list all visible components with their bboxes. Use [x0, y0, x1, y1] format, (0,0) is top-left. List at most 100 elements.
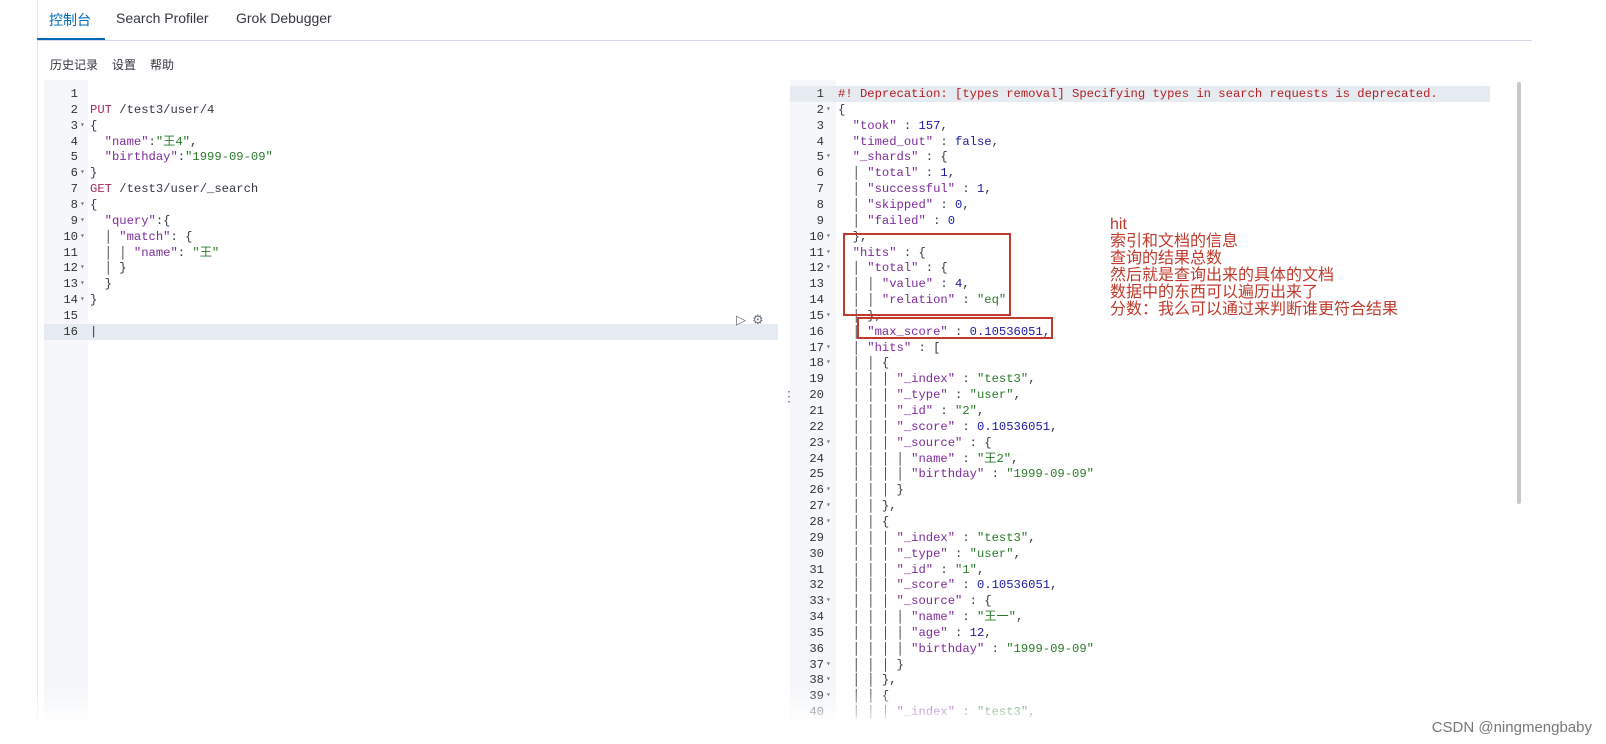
- code-token: │ │ │ │: [838, 625, 912, 640]
- line-number: 3: [816, 118, 824, 133]
- fold-caret-icon[interactable]: ▾: [80, 165, 85, 181]
- code-text: |: [90, 324, 97, 340]
- line-number: 11: [809, 245, 824, 260]
- code-token: "_type": [896, 388, 948, 403]
- code-token: "user": [969, 388, 1014, 403]
- code-token: :: [984, 467, 1007, 482]
- fold-caret-icon[interactable]: ▾: [826, 498, 831, 514]
- fold-caret-icon[interactable]: ▾: [826, 340, 831, 356]
- code-token: :: [918, 166, 941, 181]
- fold-caret-icon[interactable]: ▾: [826, 688, 831, 704]
- code-token: │ │ │ │: [838, 641, 912, 656]
- code-token: "successful": [867, 182, 956, 197]
- wrench-icon[interactable]: ⚙: [752, 312, 764, 328]
- fold-caret-icon[interactable]: ▾: [80, 118, 85, 134]
- line-number: 27: [809, 499, 824, 514]
- code-text: │ │ {: [838, 688, 890, 704]
- menu-settings[interactable]: 设置: [112, 56, 136, 73]
- annotation-line: 然后就是查询出来的具体的文档: [1110, 267, 1335, 284]
- code-token: │ │ │: [838, 435, 897, 450]
- fold-caret-icon[interactable]: ▾: [80, 276, 85, 292]
- code-text: │ }: [90, 260, 127, 276]
- code-token: :: [177, 245, 193, 260]
- fold-caret-icon[interactable]: ▾: [826, 229, 831, 245]
- code-token: │: [90, 229, 120, 244]
- tab-grok-debugger[interactable]: Grok Debugger: [236, 10, 332, 26]
- line-number: 28: [809, 514, 824, 529]
- code-token: "total": [867, 166, 919, 181]
- line-number: 30: [809, 546, 824, 561]
- fold-caret-icon[interactable]: ▾: [826, 514, 831, 530]
- code-text: │ │ │ │ "birthday" : "1999-09-09": [838, 641, 1094, 657]
- fold-caret-icon[interactable]: ▾: [826, 593, 831, 609]
- fold-caret-icon[interactable]: ▾: [826, 672, 831, 688]
- fold-caret-icon[interactable]: ▾: [80, 260, 85, 276]
- code-token: :: [933, 562, 956, 577]
- code-text: "name":"王4",: [90, 134, 198, 150]
- annotation-box-hits: [843, 233, 1011, 316]
- line-number: 25: [809, 467, 824, 482]
- fold-caret-icon[interactable]: ▾: [826, 435, 831, 451]
- menu-help[interactable]: 帮助: [150, 56, 174, 73]
- code-token: "_source": [896, 594, 963, 609]
- fold-caret-icon[interactable]: ▾: [826, 355, 831, 371]
- code-token: ,: [947, 166, 956, 181]
- code-token: 0.10536051: [976, 578, 1051, 593]
- code-token: :: [896, 118, 919, 133]
- code-token: false: [955, 134, 992, 149]
- line-number: 23: [809, 435, 824, 450]
- code-token: :: [955, 182, 977, 197]
- code-token: │ │ │: [838, 530, 897, 545]
- code-text: │ │ │ "_source" : {: [838, 593, 992, 609]
- code-token: │ │ │: [838, 546, 897, 561]
- fold-caret-icon[interactable]: ▾: [826, 482, 831, 498]
- code-token: :: [925, 213, 948, 228]
- code-text: "_shards" : {: [838, 149, 948, 165]
- fold-caret-icon[interactable]: ▾: [80, 197, 85, 213]
- code-text: │ │ {: [838, 514, 890, 530]
- annotation-line: 索引和文档的信息: [1110, 233, 1239, 250]
- fold-caret-icon[interactable]: ▾: [80, 229, 85, 245]
- code-token: "name": [133, 245, 178, 260]
- fold-caret-icon[interactable]: ▾: [826, 308, 831, 324]
- fold-caret-icon[interactable]: ▾: [826, 245, 831, 261]
- code-token: ,: [977, 562, 985, 577]
- code-token: "1999-09-09": [1006, 641, 1094, 656]
- code-token: ,: [1016, 610, 1024, 625]
- fold-caret-icon[interactable]: ▾: [826, 260, 831, 276]
- code-token: : {: [918, 150, 948, 165]
- code-token: │: [838, 197, 868, 212]
- code-token: "_index": [896, 530, 956, 545]
- code-token: 157: [918, 118, 941, 133]
- code-token: "name": [911, 610, 956, 625]
- line-number: 9: [816, 213, 824, 228]
- tab-search-profiler[interactable]: Search Profiler: [116, 10, 209, 26]
- line-number: 1: [70, 87, 78, 101]
- code-token: ,: [1013, 546, 1021, 561]
- code-text: │ "match": {: [90, 229, 193, 245]
- tab-console[interactable]: 控制台: [49, 10, 91, 30]
- code-token: {: [838, 102, 846, 117]
- line-number: 33: [809, 594, 824, 609]
- code-token: ,: [1050, 419, 1058, 434]
- code-text: │ │ │ "_type" : "user",: [838, 546, 1021, 562]
- request-editor[interactable]: 1 2 PUT /test3/user/4 3 ▾{4 "name":"王4", 5 "b…: [44, 80, 778, 720]
- fold-caret-icon[interactable]: ▾: [80, 213, 85, 229]
- tab-bar: 控制台 Search Profiler Grok Debugger: [37, 0, 1532, 41]
- line-number: 5: [70, 150, 78, 165]
- code-text: GET /test3/user/_search: [90, 181, 258, 197]
- output-scrollbar[interactable]: [1517, 82, 1521, 504]
- code-text: │ │ │ "_index" : "test3",: [838, 371, 1036, 387]
- code-token: │ │ │: [838, 578, 897, 593]
- code-token: "failed": [867, 213, 926, 228]
- line-number: 34: [809, 610, 824, 625]
- fold-caret-icon[interactable]: ▾: [80, 292, 85, 308]
- code-text: │ │ │ │ "name" : "王2",: [838, 451, 1019, 467]
- menu-history[interactable]: 历史记录: [50, 56, 98, 73]
- play-icon[interactable]: ▷: [736, 312, 746, 328]
- fold-caret-icon[interactable]: ▾: [826, 657, 831, 673]
- code-token: "name": [104, 134, 149, 149]
- fold-caret-icon[interactable]: ▾: [826, 102, 831, 118]
- fold-caret-icon[interactable]: ▾: [826, 149, 831, 165]
